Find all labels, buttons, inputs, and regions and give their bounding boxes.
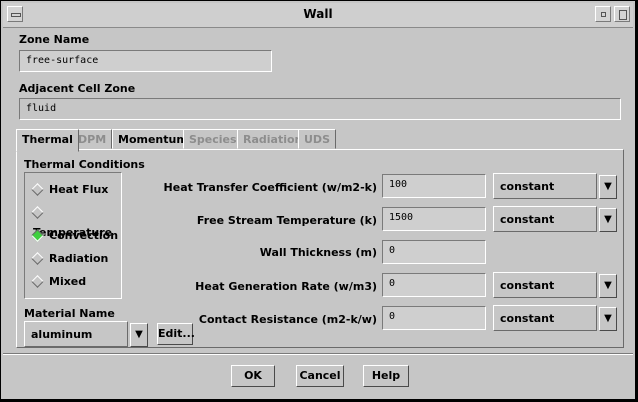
radio-label: Heat Flux [49,183,109,196]
zone-name-input[interactable]: free-surface [19,50,272,72]
radio-diamond-icon [31,274,44,288]
htc-dropdown-button[interactable]: ▼ [599,175,617,199]
radio-mixed[interactable]: Mixed [31,272,87,292]
hgr-label: Heat Generation Rate (w/m3) [195,280,377,293]
thermal-conditions-group: Heat Flux Temperature Convection Radiati… [24,172,122,299]
triangle-down-icon: ▼ [604,280,612,291]
cr-dropdown-button[interactable]: ▼ [599,307,617,331]
maximize-icon [619,10,627,20]
triangle-down-icon: ▼ [604,181,612,192]
hgr-method-select[interactable]: constant [493,272,597,298]
radio-label: Radiation [49,252,109,265]
radio-label: Mixed [49,275,87,288]
title-bar[interactable]: Wall [3,3,633,28]
htc-method-select[interactable]: constant [493,173,597,199]
fst-input[interactable]: 1500 [382,207,486,231]
tab-momentum[interactable]: Momentum [112,129,194,149]
hgr-dropdown-button[interactable]: ▼ [599,274,617,298]
fst-label: Free Stream Temperature (k) [196,214,377,227]
material-select[interactable]: aluminum [24,321,128,347]
tab-species[interactable]: Species [183,129,243,149]
minimize-icon [601,12,606,17]
radio-diamond-icon [31,251,44,265]
tab-uds[interactable]: UDS [298,129,336,149]
divider [3,353,633,355]
htc-input[interactable]: 100 [382,174,486,198]
edit-material-button[interactable]: Edit... [157,323,195,345]
thermal-conditions-label: Thermal Conditions [24,158,145,171]
radio-temperature[interactable]: Temperature [31,203,121,239]
triangle-down-icon: ▼ [604,313,612,324]
cancel-button[interactable]: Cancel [296,365,344,387]
triangle-down-icon: ▼ [604,214,612,225]
minimize-button[interactable] [595,6,611,22]
ok-button[interactable]: OK [231,365,275,387]
adjacent-cell-zone-label: Adjacent Cell Zone [19,82,136,95]
radio-diamond-selected-icon [31,228,44,242]
radio-heat-flux[interactable]: Heat Flux [31,180,109,200]
contact-resistance-label: Contact Resistance (m2-k/w) [198,313,377,326]
wall-dialog: Wall Zone Name free-surface Adjacent Cel… [0,0,636,400]
htc-label: Heat Transfer Coefficient (w/m2-k) [163,181,377,194]
radio-convection[interactable]: Convection [31,226,119,246]
material-name-label: Material Name [24,307,115,320]
radio-label: Convection [49,229,119,242]
fst-dropdown-button[interactable]: ▼ [599,208,617,232]
material-dropdown-button[interactable]: ▼ [130,323,148,347]
fst-method-select[interactable]: constant [493,206,597,232]
adjacent-cell-zone-field: fluid [19,98,621,120]
window-title: Wall [303,7,333,21]
triangle-down-icon: ▼ [135,329,143,340]
maximize-button[interactable] [614,6,630,22]
hgr-input[interactable]: 0 [382,273,486,297]
tab-thermal[interactable]: Thermal [16,129,79,152]
cr-method-select[interactable]: constant [493,305,597,331]
radio-diamond-icon [31,182,44,196]
wall-thickness-label: Wall Thickness (m) [259,246,377,259]
zone-name-label: Zone Name [19,33,90,46]
help-button[interactable]: Help [363,365,409,387]
contact-resistance-input[interactable]: 0 [382,306,486,330]
radio-radiation[interactable]: Radiation [31,249,109,269]
radio-diamond-icon [31,205,44,219]
wall-thickness-input[interactable]: 0 [382,240,486,264]
